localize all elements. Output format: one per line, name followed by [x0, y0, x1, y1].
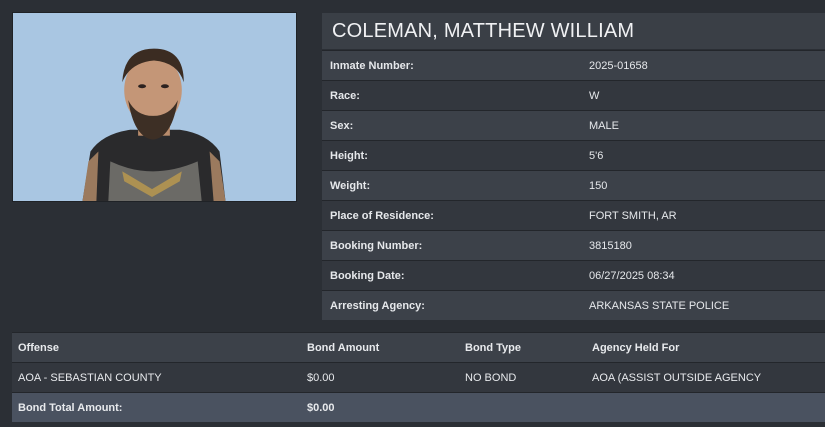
- detail-value: MALE: [589, 119, 619, 132]
- bond-total-label: Bond Total Amount:: [18, 401, 123, 414]
- inmate-detail-page: COLEMAN, MATTHEW WILLIAM Inmate Number: …: [0, 0, 825, 427]
- bond-total-row: Bond Total Amount: $0.00: [12, 392, 825, 422]
- detail-row-height: Height: 5'6: [322, 140, 825, 170]
- inmate-name-heading: COLEMAN, MATTHEW WILLIAM: [322, 13, 825, 49]
- detail-label: Booking Date:: [330, 269, 405, 282]
- bond-total-value: $0.00: [307, 401, 335, 414]
- detail-label: Race:: [330, 89, 360, 102]
- mugshot-image: [12, 12, 297, 202]
- detail-value: ARKANSAS STATE POLICE: [589, 299, 730, 312]
- detail-value: 06/27/2025 08:34: [589, 269, 675, 282]
- agency-held-for-cell: AOA (ASSIST OUTSIDE AGENCY: [592, 371, 762, 384]
- detail-row-booking-date: Booking Date: 06/27/2025 08:34: [322, 260, 825, 290]
- detail-value: FORT SMITH, AR: [589, 209, 677, 222]
- detail-label: Inmate Number:: [330, 59, 414, 72]
- detail-row-arresting-agency: Arresting Agency: ARKANSAS STATE POLICE: [322, 290, 825, 320]
- detail-value: 5'6: [589, 149, 604, 162]
- detail-label: Arresting Agency:: [330, 299, 425, 312]
- detail-label: Place of Residence:: [330, 209, 434, 222]
- detail-row-weight: Weight: 150: [322, 170, 825, 200]
- detail-label: Height:: [330, 149, 368, 162]
- bond-type-cell: NO BOND: [465, 371, 517, 384]
- charges-table: Offense Bond Amount Bond Type Agency Hel…: [12, 332, 825, 422]
- table-row: AOA - SEBASTIAN COUNTY $0.00 NO BOND AOA…: [12, 362, 825, 392]
- detail-row-residence: Place of Residence: FORT SMITH, AR: [322, 200, 825, 230]
- column-header-agency-held-for: Agency Held For: [592, 341, 680, 354]
- offense-cell: AOA - SEBASTIAN COUNTY: [18, 371, 162, 384]
- detail-label: Sex:: [330, 119, 354, 132]
- detail-value: 150: [589, 179, 608, 192]
- detail-label: Weight:: [330, 179, 371, 192]
- detail-value: 2025-01658: [589, 59, 648, 72]
- inmate-details-table: Inmate Number: 2025-01658 Race: W Sex: M…: [322, 50, 825, 320]
- charges-header-row: Offense Bond Amount Bond Type Agency Hel…: [12, 332, 825, 362]
- column-header-bond-amount: Bond Amount: [307, 341, 380, 354]
- detail-row-booking-number: Booking Number: 3815180: [322, 230, 825, 260]
- detail-value: 3815180: [589, 239, 632, 252]
- column-header-offense: Offense: [18, 341, 59, 354]
- bond-amount-cell: $0.00: [307, 371, 335, 384]
- detail-label: Booking Number:: [330, 239, 423, 252]
- column-header-bond-type: Bond Type: [465, 341, 522, 354]
- detail-row-inmate-number: Inmate Number: 2025-01658: [322, 50, 825, 80]
- detail-row-race: Race: W: [322, 80, 825, 110]
- detail-row-sex: Sex: MALE: [322, 110, 825, 140]
- detail-value: W: [589, 89, 600, 102]
